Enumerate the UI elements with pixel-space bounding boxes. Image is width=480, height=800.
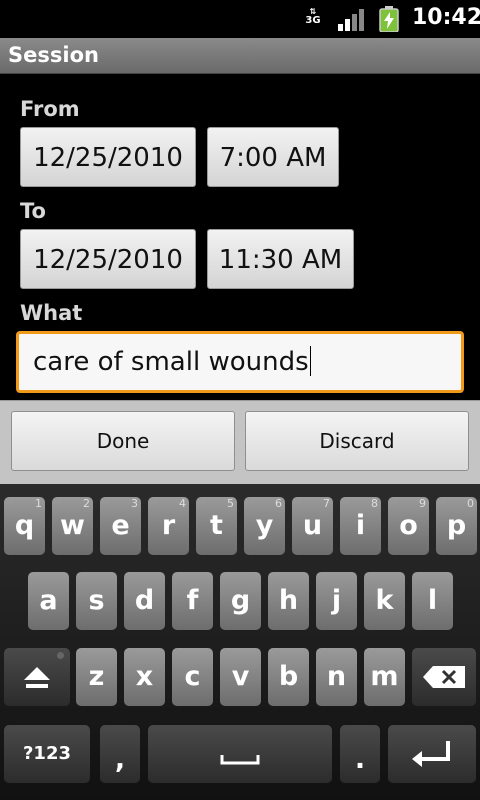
shift-key[interactable] — [4, 648, 70, 706]
text-cursor — [309, 346, 311, 376]
discard-button[interactable]: Discard — [245, 411, 469, 471]
enter-icon — [412, 741, 450, 767]
space-icon — [220, 755, 260, 765]
to-time-button[interactable]: 11:30 AM — [207, 229, 354, 289]
key-u[interactable]: 7u — [292, 497, 333, 555]
status-bar: ⇅ 3G 10:42 — [0, 0, 480, 38]
comma-key[interactable]: , — [100, 725, 140, 783]
key-y[interactable]: 6y — [244, 497, 285, 555]
key-x[interactable]: x — [124, 648, 165, 706]
done-button[interactable]: Done — [11, 411, 235, 471]
key-d[interactable]: d — [124, 572, 165, 630]
to-label: To — [20, 199, 46, 223]
key-v[interactable]: v — [220, 648, 261, 706]
enter-key[interactable] — [388, 725, 476, 783]
backspace-key[interactable] — [412, 648, 476, 706]
signal-strength-icon — [338, 9, 364, 31]
action-bar: Done Discard — [0, 400, 480, 484]
key-b[interactable]: b — [268, 648, 309, 706]
key-c[interactable]: c — [172, 648, 213, 706]
backspace-icon — [423, 666, 465, 688]
page-title: Session — [8, 43, 99, 67]
soft-keyboard: 1q 2w 3e 4r 5t 6y 7u 8i 9o 0p a s d f g … — [0, 484, 480, 800]
key-l[interactable]: l — [412, 572, 453, 630]
battery-charging-icon — [379, 6, 399, 32]
key-o[interactable]: 9o — [388, 497, 429, 555]
key-w[interactable]: 2w — [52, 497, 93, 555]
key-g[interactable]: g — [220, 572, 261, 630]
key-t[interactable]: 5t — [196, 497, 237, 555]
from-time-button[interactable]: 7:00 AM — [207, 127, 339, 187]
key-r[interactable]: 4r — [148, 497, 189, 555]
to-date-button[interactable]: 12/25/2010 — [20, 229, 196, 289]
key-z[interactable]: z — [76, 648, 117, 706]
key-n[interactable]: n — [316, 648, 357, 706]
key-k[interactable]: k — [364, 572, 405, 630]
key-a[interactable]: a — [28, 572, 69, 630]
network-3g-icon: ⇅ 3G — [305, 7, 321, 26]
from-date-button[interactable]: 12/25/2010 — [20, 127, 196, 187]
shift-indicator-icon — [57, 652, 64, 659]
clock: 10:42 — [412, 5, 480, 30]
key-e[interactable]: 3e — [100, 497, 141, 555]
key-h[interactable]: h — [268, 572, 309, 630]
key-q[interactable]: 1q — [4, 497, 45, 555]
what-input-text: care of small wounds — [33, 347, 309, 377]
key-f[interactable]: f — [172, 572, 213, 630]
shift-icon — [24, 667, 50, 688]
from-label: From — [20, 97, 80, 121]
title-bar: Session — [0, 38, 480, 74]
key-s[interactable]: s — [76, 572, 117, 630]
what-input[interactable]: care of small wounds — [16, 331, 464, 393]
key-j[interactable]: j — [316, 572, 357, 630]
symbols-key[interactable]: ?123 — [4, 725, 90, 783]
key-i[interactable]: 8i — [340, 497, 381, 555]
what-label: What — [20, 301, 83, 325]
key-p[interactable]: 0p — [436, 497, 477, 555]
space-key[interactable] — [148, 725, 332, 783]
key-m[interactable]: m — [364, 648, 405, 706]
period-key[interactable]: . — [340, 725, 380, 783]
